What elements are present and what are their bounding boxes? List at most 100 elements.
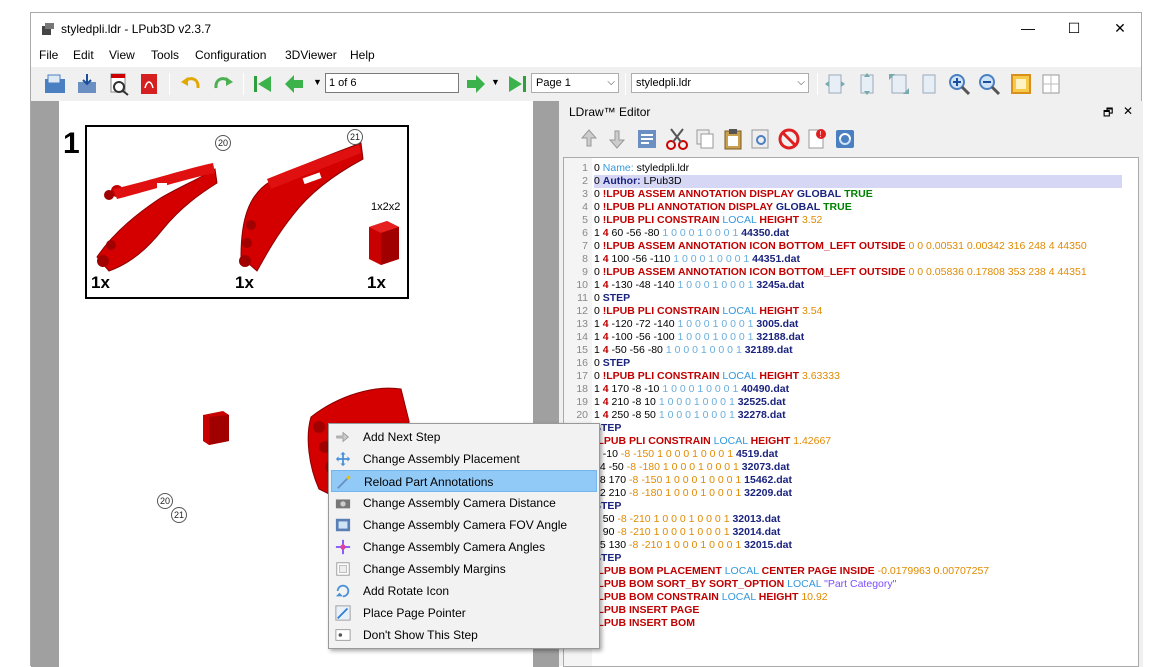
find-icon[interactable] — [749, 127, 773, 151]
code-line[interactable]: 8 1 4 100 -56 -110 1 0 0 0 1 0 0 0 1 4435… — [564, 253, 1140, 266]
code-line[interactable]: STEP — [564, 500, 1140, 513]
page-number-input[interactable]: 1 of 6 — [325, 73, 459, 93]
fit-width-icon[interactable] — [823, 72, 847, 96]
code-line[interactable]: !LPUB BOM PLACEMENT LOCAL CENTER PAGE IN… — [564, 565, 1140, 578]
code-line[interactable]: !LPUB BOM SORT_BY SORT_OPTION LOCAL "Par… — [564, 578, 1140, 591]
code-line[interactable]: 14 -50 -8 -180 1 0 0 0 1 0 0 0 1 32073.d… — [564, 461, 1140, 474]
code-line[interactable]: 7 50 -8 -210 1 0 0 0 1 0 0 0 1 32013.dat — [564, 513, 1140, 526]
code-line[interactable]: !LPUB INSERT PAGE — [564, 604, 1140, 617]
menu-item-change-assembly-camera-fov-angle[interactable]: Change Assembly Camera FOV Angle — [331, 514, 597, 536]
part-quantity[interactable]: 1x — [235, 273, 254, 293]
pli-annotation-20[interactable]: 20 — [215, 135, 231, 151]
code-line[interactable]: 2 0 Author: LPub3D — [564, 175, 1140, 188]
upload-icon[interactable] — [577, 127, 601, 151]
save-icon[interactable] — [75, 72, 99, 96]
part-size-label[interactable]: 1x2x2 — [371, 201, 400, 213]
download-icon[interactable] — [605, 127, 629, 151]
chevron-down-icon[interactable]: ▼ — [491, 77, 500, 87]
menu-edit[interactable]: Edit — [73, 48, 94, 62]
code-line[interactable]: 28 170 -8 -150 1 0 0 0 1 0 0 0 1 15462.d… — [564, 474, 1140, 487]
close-panel-icon[interactable]: ✕ — [1123, 104, 1133, 118]
code-line[interactable]: 19 1 4 210 -8 10 1 0 0 0 1 0 0 0 1 32525.… — [564, 396, 1140, 409]
menu-item-change-assembly-camera-distance[interactable]: Change Assembly Camera Distance — [331, 492, 597, 514]
menu-item-reload-part-annotations[interactable]: Reload Part Annotations — [331, 470, 597, 492]
code-line[interactable]: 17 0 !LPUB PLI CONSTRAIN LOCAL HEIGHT 3.6… — [564, 370, 1140, 383]
document-error-icon[interactable]: ! — [805, 127, 829, 151]
menu-item-change-assembly-margins[interactable]: Change Assembly Margins — [331, 558, 597, 580]
fit-scene-icon[interactable] — [887, 72, 911, 96]
code-line[interactable]: STEP — [564, 422, 1140, 435]
code-line[interactable]: 13 1 4 -120 -72 -140 1 0 0 0 1 0 0 0 1 30… — [564, 318, 1140, 331]
code-line[interactable]: 15 130 -8 -210 1 0 0 0 1 0 0 0 1 32015.d… — [564, 539, 1140, 552]
export-pdf-icon[interactable] — [137, 72, 161, 96]
next-page-icon[interactable] — [463, 72, 487, 96]
code-line[interactable]: 7 0 !LPUB ASSEM ANNOTATION ICON BOTTOM_LE… — [564, 240, 1140, 253]
part-44351-image[interactable] — [227, 131, 367, 281]
part-quantity[interactable]: 1x — [367, 273, 386, 293]
copy-icon[interactable] — [693, 127, 717, 151]
float-panel-icon[interactable]: 🗗 — [1103, 104, 1113, 123]
code-line[interactable]: 6 1 4 60 -56 -80 1 0 0 0 1 0 0 0 1 44350.… — [564, 227, 1140, 240]
page-select[interactable]: Page 1 ⌵ — [531, 73, 619, 93]
code-line[interactable]: 18 1 4 170 -8 -10 1 0 0 0 1 0 0 0 1 40490… — [564, 383, 1140, 396]
code-line[interactable]: 10 1 4 -130 -48 -140 1 0 0 0 1 0 0 0 1 32… — [564, 279, 1140, 292]
cut-icon[interactable] — [665, 127, 689, 151]
code-line[interactable]: 9 0 !LPUB ASSEM ANNOTATION ICON BOTTOM_LE… — [564, 266, 1140, 279]
code-line[interactable]: 4 -10 -8 -150 1 0 0 0 1 0 0 0 1 4519.dat — [564, 448, 1140, 461]
scene-ruler-icon[interactable] — [1009, 72, 1033, 96]
fit-visible-icon[interactable] — [855, 72, 879, 96]
maximize-button[interactable]: ☐ — [1051, 13, 1097, 43]
code-line[interactable]: 72 210 -8 -180 1 0 0 0 1 0 0 0 1 32209.d… — [564, 487, 1140, 500]
pli-annotation-21[interactable]: 21 — [347, 129, 363, 145]
previous-page-icon[interactable] — [283, 72, 307, 96]
redo-icon[interactable] — [211, 72, 235, 96]
refresh-icon[interactable] — [833, 127, 857, 151]
paste-icon[interactable] — [721, 127, 745, 151]
menu-item-change-assembly-camera-angles[interactable]: Change Assembly Camera Angles — [331, 536, 597, 558]
close-window-button[interactable]: ✕ — [1097, 13, 1143, 43]
guides-icon[interactable] — [1039, 72, 1063, 96]
preferences-icon[interactable] — [635, 127, 659, 151]
chevron-down-icon[interactable]: ▼ — [313, 77, 322, 87]
menu-file[interactable]: File — [39, 48, 58, 62]
code-line[interactable]: STEP — [564, 552, 1140, 565]
menu-item-place-page-pointer[interactable]: Place Page Pointer — [331, 602, 597, 624]
menu-help[interactable]: Help — [350, 48, 375, 62]
code-line[interactable]: 4 0 !LPUB PLI ANNOTATION DISPLAY GLOBAL T… — [564, 201, 1140, 214]
part-44350-image[interactable] — [89, 139, 219, 279]
code-editor[interactable]: 10 Name: styledpli.ldr 2 0 Author: LPub3D 3… — [563, 157, 1139, 667]
code-line[interactable]: !LPUB BOM CONSTRAIN LOCAL HEIGHT 10.92 — [564, 591, 1140, 604]
first-page-icon[interactable] — [251, 72, 275, 96]
zoom-in-icon[interactable] — [947, 72, 971, 96]
code-line[interactable]: 1 0 Name: styledpli.ldr — [564, 162, 1140, 175]
code-line[interactable]: 5 0 !LPUB PLI CONSTRAIN LOCAL HEIGHT 3.52 — [564, 214, 1140, 227]
menu-item-change-assembly-placement[interactable]: Change Assembly Placement — [331, 448, 597, 470]
code-line[interactable]: 0 90 -8 -210 1 0 0 0 1 0 0 0 1 32014.dat — [564, 526, 1140, 539]
print-preview-icon[interactable] — [107, 72, 131, 96]
menu-item-don-t-show-this-step[interactable]: Don't Show This Step — [331, 624, 597, 646]
assembly-annotation-20[interactable]: 20 — [157, 493, 173, 509]
code-line[interactable]: 20 1 4 250 -8 50 1 0 0 0 1 0 0 0 1 32278.… — [564, 409, 1140, 422]
actual-size-icon[interactable] — [917, 72, 941, 96]
code-line[interactable]: 16 0 STEP — [564, 357, 1140, 370]
open-icon[interactable] — [43, 72, 67, 96]
code-line[interactable]: 3 0 !LPUB ASSEM ANNOTATION DISPLAY GLOBAL… — [564, 188, 1140, 201]
code-line[interactable]: 15 1 4 -50 -56 -80 1 0 0 0 1 0 0 0 1 3218… — [564, 344, 1140, 357]
menu-view[interactable]: View — [109, 48, 135, 62]
assembly-annotation-21[interactable]: 21 — [171, 507, 187, 523]
menu-item-add-next-step[interactable]: Add Next Step — [331, 426, 597, 448]
code-line[interactable]: 12 0 !LPUB PLI CONSTRAIN LOCAL HEIGHT 3.5… — [564, 305, 1140, 318]
code-line[interactable]: 11 0 STEP — [564, 292, 1140, 305]
stop-icon[interactable] — [777, 127, 801, 151]
menu-tools[interactable]: Tools — [151, 48, 179, 62]
zoom-out-icon[interactable] — [977, 72, 1001, 96]
last-page-icon[interactable] — [505, 72, 529, 96]
undo-icon[interactable] — [179, 72, 203, 96]
menu-configuration[interactable]: Configuration — [195, 48, 266, 62]
menu-item-add-rotate-icon[interactable]: Add Rotate Icon — [331, 580, 597, 602]
code-line[interactable]: !LPUB PLI CONSTRAIN LOCAL HEIGHT 1.42667 — [564, 435, 1140, 448]
menu-3dviewer[interactable]: 3DViewer — [285, 48, 337, 62]
code-line[interactable]: 14 1 4 -100 -56 -100 1 0 0 0 1 0 0 0 1 32… — [564, 331, 1140, 344]
part-quantity[interactable]: 1x — [91, 273, 110, 293]
file-select[interactable]: styledpli.ldr ⌵ — [631, 73, 809, 93]
